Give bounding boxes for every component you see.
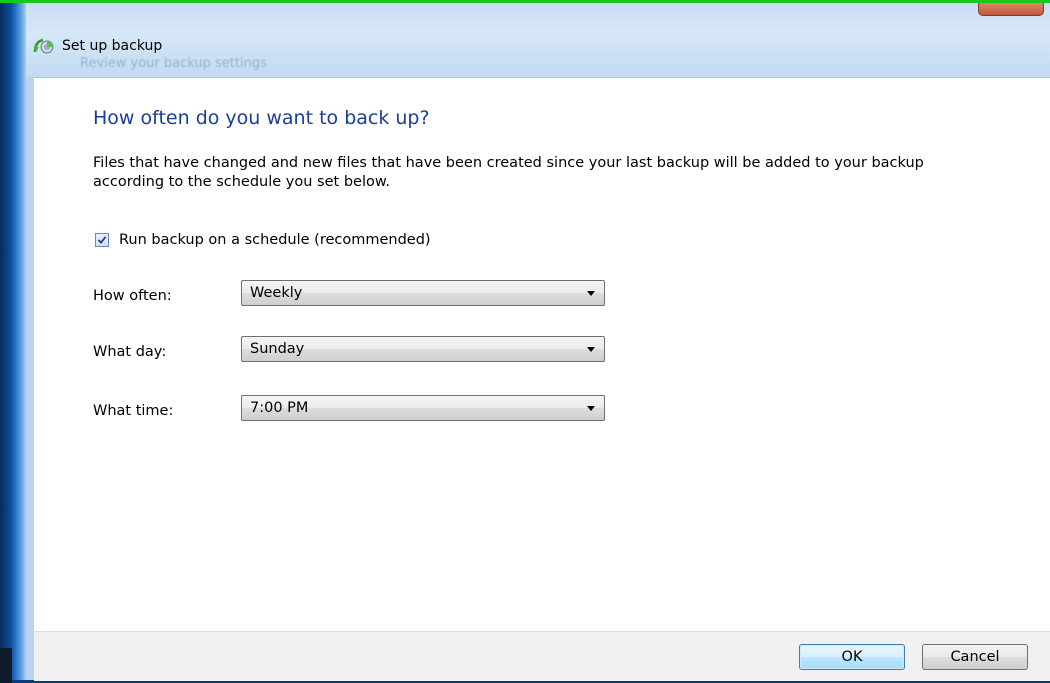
close-button[interactable]	[978, 3, 1044, 16]
what-time-dropdown[interactable]: 7:00 PM	[241, 395, 605, 421]
run-on-schedule-label[interactable]: Run backup on a schedule (recommended)	[119, 232, 431, 248]
what-day-label: What day:	[93, 344, 167, 360]
page-description: Files that have changed and new files th…	[93, 155, 924, 190]
desktop-left-edge	[0, 3, 26, 683]
what-time-label: What time:	[93, 403, 174, 419]
taskbar-fragment	[0, 648, 12, 683]
dialog-footer: OK Cancel	[34, 631, 1050, 681]
what-day-value: Sunday	[250, 341, 305, 357]
how-often-value: Weekly	[250, 285, 303, 301]
checkmark-icon	[97, 236, 107, 244]
how-often-dropdown[interactable]: Weekly	[241, 280, 605, 306]
cancel-button[interactable]: Cancel	[922, 644, 1028, 670]
run-on-schedule-checkbox[interactable]	[95, 233, 109, 247]
how-often-label: How often:	[93, 288, 172, 304]
window-title: Set up backup	[62, 38, 163, 54]
page-heading: How often do you want to back up?	[93, 107, 430, 129]
chevron-down-icon	[587, 291, 595, 296]
schedule-checkbox-row[interactable]: Run backup on a schedule (recommended)	[95, 232, 431, 248]
backup-icon	[32, 37, 56, 55]
what-time-value: 7:00 PM	[250, 400, 309, 416]
ok-button[interactable]: OK	[799, 644, 905, 670]
chevron-down-icon	[587, 347, 595, 352]
setup-backup-dialog: Set up backup Review your backup setting…	[26, 3, 1050, 681]
chevron-down-icon	[587, 406, 595, 411]
previous-page-ghost-text: Review your backup settings	[80, 56, 267, 71]
content-area: How often do you want to back up? Files …	[34, 77, 1050, 632]
what-day-dropdown[interactable]: Sunday	[241, 336, 605, 362]
